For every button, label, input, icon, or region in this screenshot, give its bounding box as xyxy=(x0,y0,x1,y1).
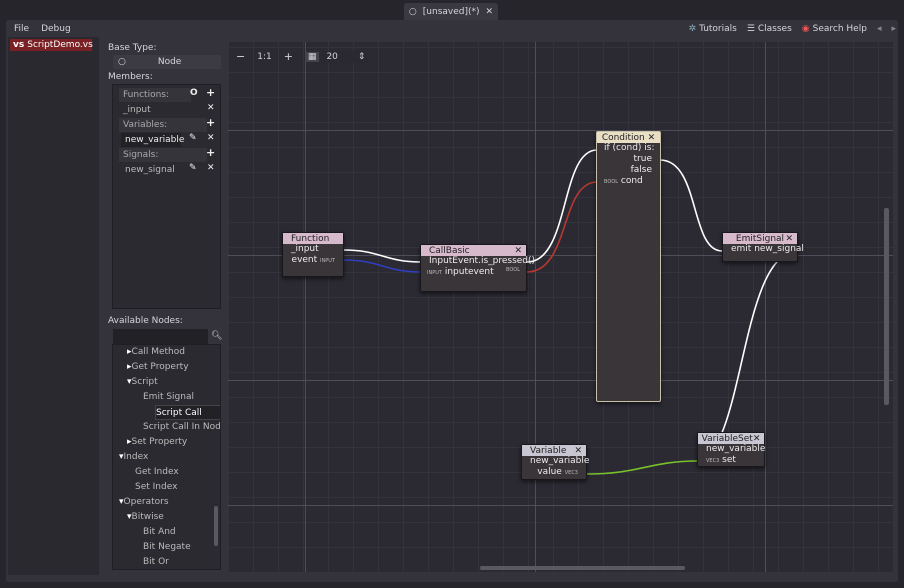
close-icon[interactable]: ✕ xyxy=(648,133,656,143)
port-value[interactable]: value xyxy=(537,467,562,477)
type-label: VEC3 xyxy=(706,458,720,464)
node-emitsignal[interactable]: EmitSignal ✕ emit new_signal xyxy=(722,232,804,262)
condition-label: if (cond) is: xyxy=(604,143,655,153)
node-title: VariableSet xyxy=(701,433,753,444)
wire-seq xyxy=(697,250,799,463)
close-icon[interactable]: ✕ xyxy=(514,246,522,256)
port-method: InputEvent.is_pressed() xyxy=(429,256,536,266)
close-icon[interactable]: ✕ xyxy=(753,434,761,444)
port-label: event xyxy=(291,255,318,265)
node-title: Condition xyxy=(601,132,645,143)
node-title: EmitSignal xyxy=(735,233,785,244)
port-cond[interactable]: cond xyxy=(621,176,643,186)
graph-vscrollbar[interactable] xyxy=(884,208,889,405)
variable-name: new_variable xyxy=(530,456,590,466)
node-function[interactable]: Function _input event INPUT xyxy=(282,232,344,277)
type-label: INPUT xyxy=(427,270,442,276)
port-true[interactable]: true xyxy=(597,154,660,165)
graph-hscrollbar[interactable] xyxy=(480,566,685,570)
node-title: Variable xyxy=(530,445,567,456)
type-label: VEC3 xyxy=(564,470,578,476)
wire-seq xyxy=(659,159,723,252)
node-variable[interactable]: Variable ✕ new_variable value VEC3 xyxy=(521,444,590,480)
port-input-func: _input xyxy=(291,244,319,254)
port-label: inputevent xyxy=(444,267,494,277)
emit-label: emit new_signal xyxy=(731,244,804,254)
port-set[interactable]: set xyxy=(722,455,736,465)
node-title: CallBasic xyxy=(429,245,470,256)
node-callbasic[interactable]: CallBasic ✕ InputEvent.is_pressed() INPUT… xyxy=(420,244,536,292)
wire-seq xyxy=(526,149,598,263)
close-icon[interactable]: ✕ xyxy=(574,446,582,456)
close-icon[interactable]: ✕ xyxy=(785,234,793,244)
port-event[interactable]: event INPUT xyxy=(283,255,343,266)
type-label: BOOL xyxy=(604,179,618,185)
port-false[interactable]: false xyxy=(597,165,660,176)
wire-vec3 xyxy=(586,460,698,475)
variable-name: new_variable xyxy=(706,444,766,454)
node-condition[interactable]: Condition ✕ if (cond) is: true false BOO… xyxy=(596,131,661,402)
type-label: BOOL xyxy=(506,267,520,273)
wires xyxy=(343,149,799,475)
node-variableset[interactable]: VariableSet ✕ new_variable VEC3 set xyxy=(697,432,765,467)
type-label: INPUT xyxy=(320,258,335,264)
node-title: Function xyxy=(283,233,343,244)
